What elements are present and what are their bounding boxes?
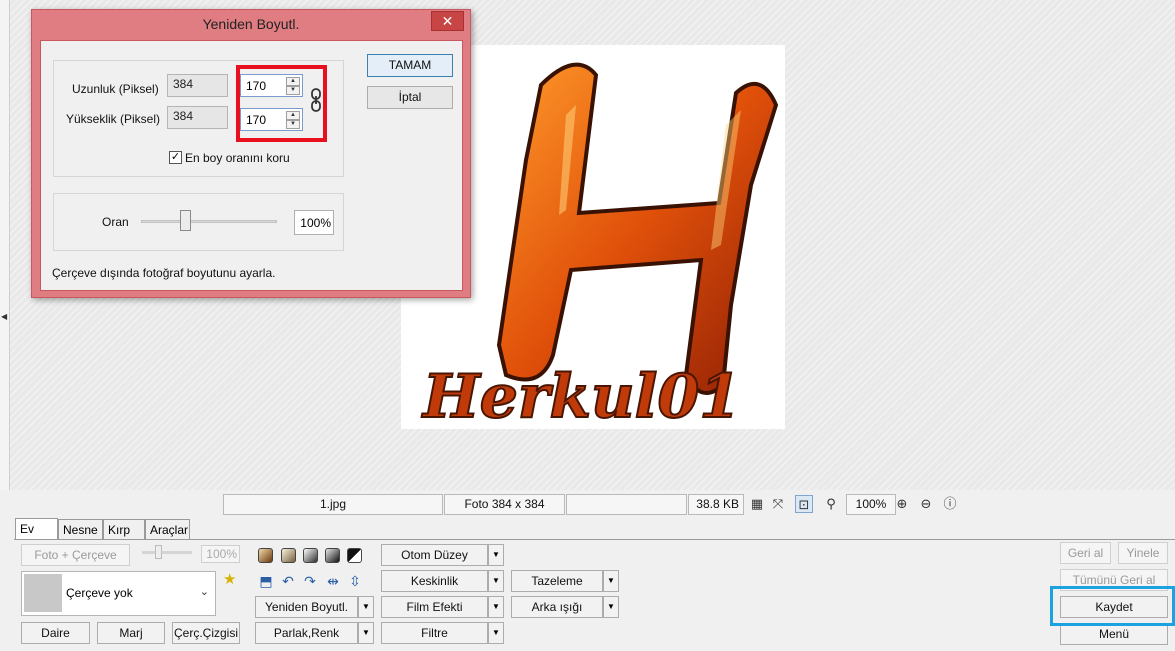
ratio-input[interactable]: 100% — [294, 210, 334, 235]
undo-button[interactable]: Geri al — [1060, 542, 1111, 564]
photo-frame-button[interactable]: Foto + Çerçeve — [21, 544, 130, 566]
film-effect-button[interactable]: Film Efekti — [381, 596, 488, 618]
dialog-hint: Çerçeve dışında fotoğraf boyutunu ayarla… — [52, 266, 276, 280]
width-label: Uzunluk (Piksel) — [72, 82, 159, 96]
opacity-field[interactable]: 100% — [201, 545, 240, 563]
status-empty — [566, 494, 687, 515]
letter-h-shape — [496, 62, 779, 395]
status-file-size: 38.8 KB — [688, 494, 744, 515]
fit-window-icon[interactable]: ⤧ — [769, 495, 787, 513]
brightness-color-button[interactable]: Parlak,Renk — [255, 622, 358, 644]
backlight-dropdown-icon[interactable]: ▼ — [603, 596, 619, 618]
refresh-button[interactable]: Tazeleme — [511, 570, 603, 592]
resize-dropdown-icon[interactable]: ▼ — [358, 596, 374, 618]
frame-thumbnail — [24, 574, 62, 612]
transparency-grid-icon[interactable]: ▦ — [748, 495, 766, 513]
opacity-slider-track[interactable] — [142, 551, 192, 554]
ratio-slider-thumb[interactable] — [180, 210, 191, 231]
sepia-icon[interactable] — [258, 548, 273, 563]
width-current-field: 384 — [167, 74, 228, 97]
tab-ev[interactable]: Ev — [15, 518, 58, 540]
chevron-down-icon[interactable]: ⌄ — [200, 585, 209, 598]
status-filename: 1.jpg — [223, 494, 443, 515]
dialog-body: Uzunluk (Piksel) Yükseklik (Piksel) 384 … — [40, 40, 463, 291]
tab-nesne[interactable]: Nesne — [58, 519, 103, 540]
negative-icon[interactable] — [347, 548, 362, 563]
chain-link-icon[interactable] — [310, 88, 322, 112]
aspect-ratio-checkbox[interactable]: ✓ — [169, 151, 182, 164]
tab-kirp[interactable]: Kırp — [103, 519, 145, 540]
zoom-icon[interactable]: ⚲ — [822, 495, 840, 513]
cancel-button[interactable]: İptal — [367, 86, 453, 109]
black-white-icon[interactable] — [325, 548, 340, 563]
ratio-label: Oran — [102, 215, 129, 229]
mirror-horizontal-icon[interactable]: ⇹ — [324, 572, 342, 590]
info-icon[interactable]: ⓘ — [941, 495, 959, 513]
resize-button[interactable]: Yeniden Boyutl. — [255, 596, 358, 618]
status-dimensions: Foto 384 x 384 — [444, 494, 565, 515]
rotate-right-icon[interactable]: ↷ — [301, 572, 319, 590]
resize-dialog: Yeniden Boyutl. ✕ Uzunluk (Piksel) Yükse… — [31, 9, 471, 298]
photo-caption: Herkul01 — [421, 362, 741, 429]
filter-button[interactable]: Filtre — [381, 622, 488, 644]
frame-line-button[interactable]: Çerç.Çizgisi — [172, 622, 240, 644]
ratio-slider-track[interactable] — [141, 220, 277, 223]
margin-button[interactable]: Marj — [97, 622, 165, 644]
mirror-vertical-icon[interactable]: ⇳ — [346, 572, 364, 590]
tab-araclar[interactable]: Araçlar — [145, 519, 190, 540]
height-label: Yükseklik (Piksel) — [66, 112, 161, 126]
left-panel-strip[interactable]: ◀ — [0, 0, 10, 490]
ok-button[interactable]: TAMAM — [367, 54, 453, 77]
height-current-field: 384 — [167, 106, 228, 129]
star-icon[interactable]: ★ — [223, 570, 236, 588]
grayscale-icon[interactable] — [303, 548, 318, 563]
annotation-blue-highlight — [1050, 586, 1175, 626]
redo-button[interactable]: Yinele — [1118, 542, 1168, 564]
refresh-dropdown-icon[interactable]: ▼ — [603, 570, 619, 592]
menu-button[interactable]: Menü — [1060, 623, 1168, 645]
collapse-left-icon[interactable]: ◀ — [1, 312, 7, 321]
sharpness-button[interactable]: Keskinlik — [381, 570, 488, 592]
backlight-button[interactable]: Arka ışığı — [511, 596, 603, 618]
filter-dropdown-icon[interactable]: ▼ — [488, 622, 504, 644]
zoom-in-icon[interactable]: ⊕ — [893, 495, 911, 513]
aspect-ratio-label[interactable]: En boy oranını koru — [185, 151, 290, 165]
actual-size-icon[interactable]: ⊡ — [795, 495, 813, 513]
status-zoom[interactable]: 100% — [846, 494, 896, 515]
flip-icon[interactable]: ⬒ — [257, 572, 275, 590]
dialog-close-button[interactable]: ✕ — [431, 11, 464, 31]
film-effect-dropdown-icon[interactable]: ▼ — [488, 596, 504, 618]
sharpness-dropdown-icon[interactable]: ▼ — [488, 570, 504, 592]
frame-select-value: Çerçeve yok — [66, 586, 133, 600]
opacity-slider-thumb[interactable] — [155, 545, 162, 559]
auto-level-dropdown-icon[interactable]: ▼ — [488, 544, 504, 566]
circle-button[interactable]: Daire — [21, 622, 90, 644]
auto-level-button[interactable]: Otom Düzey — [381, 544, 488, 566]
zoom-out-icon[interactable]: ⊖ — [917, 495, 935, 513]
panel-divider — [14, 539, 1175, 540]
frame-select[interactable]: Çerçeve yok ⌄ — [21, 571, 216, 616]
dialog-title: Yeniden Boyutl. — [202, 16, 300, 32]
vintage-icon[interactable] — [281, 548, 296, 563]
rotate-left-icon[interactable]: ↶ — [279, 572, 297, 590]
brightness-dropdown-icon[interactable]: ▼ — [358, 622, 374, 644]
